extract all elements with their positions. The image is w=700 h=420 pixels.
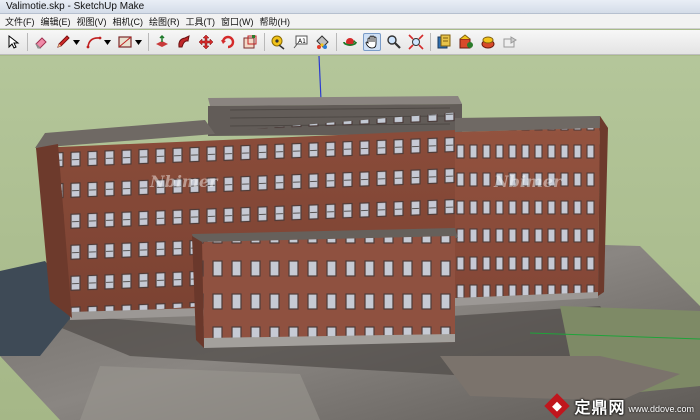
warehouse-icon — [459, 34, 473, 49]
menu-help[interactable]: 帮助(H) — [257, 15, 294, 28]
arc-icon — [86, 36, 102, 49]
followme-icon — [178, 35, 190, 48]
menu-edit[interactable]: 编辑(E) — [38, 15, 74, 28]
zoom-extents-tool-button[interactable] — [407, 33, 425, 51]
scale-icon — [243, 35, 257, 49]
arc-dropdown[interactable] — [104, 33, 112, 51]
chevron-down-icon — [135, 39, 142, 45]
rectangle-dropdown[interactable] — [135, 33, 143, 51]
eraser-icon — [35, 37, 47, 49]
paint-bucket-icon — [316, 35, 329, 49]
pushpull-tool-button[interactable] — [153, 33, 171, 51]
toolbar-separator — [27, 33, 28, 51]
toolbar-separator — [336, 33, 337, 51]
paint-bucket-tool-button[interactable] — [313, 33, 331, 51]
tape-measure-tool-button[interactable] — [269, 33, 287, 51]
extension-button[interactable] — [501, 33, 519, 51]
toolbar-separator — [264, 33, 265, 51]
toolbar-separator — [148, 33, 149, 51]
brand-watermark: 定鼎网 www.ddove.com — [544, 393, 694, 419]
blue-axis-line — [318, 56, 322, 101]
eraser-tool-button[interactable] — [32, 33, 50, 51]
orbit-icon — [343, 38, 357, 46]
pushpull-icon — [156, 34, 168, 47]
model-viewport[interactable]: Nbimer Nbimer 定鼎网 www.ddove.com — [0, 56, 700, 420]
chevron-down-icon — [73, 39, 80, 45]
rotate-tool-button[interactable] — [219, 33, 237, 51]
pencil-tool-button[interactable] — [54, 33, 72, 51]
components-icon — [437, 34, 451, 49]
pan-icon — [365, 35, 377, 49]
rotate-icon — [221, 35, 235, 49]
svg-text:A1: A1 — [298, 38, 306, 45]
brand-name: 定鼎网 — [574, 398, 626, 417]
toolbar-separator — [430, 33, 431, 51]
chevron-down-icon — [104, 39, 111, 45]
arc-tool-button[interactable] — [85, 33, 103, 51]
move-icon — [198, 34, 214, 50]
watermark-text-left: Nbimer — [150, 172, 218, 191]
move-tool-button[interactable] — [197, 33, 215, 51]
menu-draw[interactable]: 绘图(R) — [146, 15, 183, 28]
scale-tool-button[interactable] — [241, 33, 259, 51]
rectangle-icon — [118, 36, 132, 48]
menu-view[interactable]: 视图(V) — [74, 15, 110, 28]
pencil-dropdown[interactable] — [73, 33, 81, 51]
select-icon — [8, 34, 20, 49]
menu-bar: 文件(F) 编辑(E) 视图(V) 相机(C) 绘图(R) 工具(T) 窗口(W… — [0, 14, 700, 29]
zoom-extents-icon — [408, 34, 424, 50]
text-icon: A1 — [293, 35, 308, 49]
menu-tools[interactable]: 工具(T) — [183, 15, 219, 28]
title-bar: Valimotie.skp - SketchUp Make — [0, 0, 700, 14]
menu-file[interactable]: 文件(F) — [2, 15, 38, 28]
sketchup-window: Valimotie.skp - SketchUp Make 文件(F) 编辑(E… — [0, 0, 700, 420]
followme-tool-button[interactable] — [175, 33, 193, 51]
window-title: Valimotie.skp - SketchUp Make — [6, 1, 145, 12]
select-tool-button[interactable] — [4, 33, 22, 51]
zoom-icon — [387, 35, 401, 49]
extension-icon — [503, 36, 517, 48]
rectangle-tool-button[interactable] — [116, 33, 134, 51]
terrain-light — [80, 366, 320, 420]
components-button[interactable] — [435, 33, 453, 51]
menu-camera[interactable]: 相机(C) — [110, 15, 147, 28]
tape-measure-icon — [271, 35, 285, 50]
text-tool-button[interactable]: A1 — [291, 33, 309, 51]
orbit-tool-button[interactable] — [341, 33, 359, 51]
share-button[interactable] — [479, 33, 497, 51]
main-toolbar: A1 — [0, 30, 700, 55]
brand-domain: www.ddove.com — [628, 404, 694, 414]
brand-logo-icon — [544, 393, 571, 419]
zoom-tool-button[interactable] — [385, 33, 403, 51]
watermark-text-right: Nbimer — [494, 172, 562, 191]
pan-tool-button[interactable] — [363, 33, 381, 51]
share-icon — [481, 36, 495, 49]
building-model-scene — [0, 56, 700, 420]
menu-window[interactable]: 窗口(W) — [218, 15, 257, 28]
pencil-icon — [57, 35, 70, 48]
warehouse-button[interactable] — [457, 33, 475, 51]
